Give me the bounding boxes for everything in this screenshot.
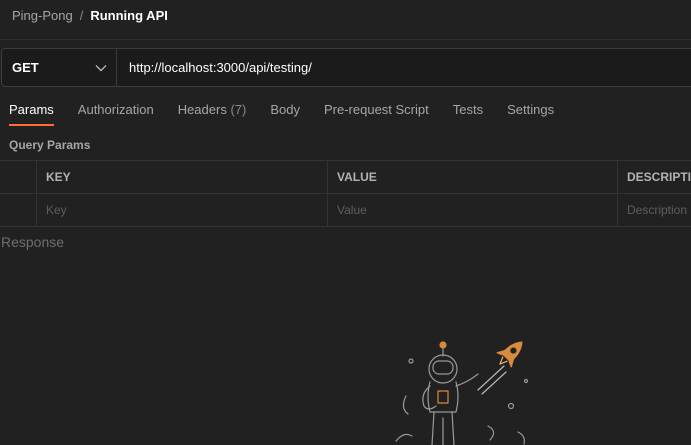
table-row bbox=[0, 194, 691, 226]
breadcrumb: Ping-Pong / Running API bbox=[12, 8, 168, 23]
tab-label: Params bbox=[9, 102, 54, 117]
param-description-input[interactable] bbox=[627, 203, 691, 217]
key-cell bbox=[37, 194, 328, 226]
tab-settings[interactable]: Settings bbox=[507, 102, 554, 125]
url-input[interactable] bbox=[117, 49, 691, 86]
tab-label: Pre-request Script bbox=[323, 102, 429, 117]
tab-authorization[interactable]: Authorization bbox=[78, 102, 154, 125]
tab-headers[interactable]: Headers (7) bbox=[178, 102, 247, 125]
tab-label: Authorization bbox=[77, 102, 154, 117]
value-column-header: VALUE bbox=[328, 161, 618, 193]
tab-label: Headers bbox=[177, 102, 227, 117]
table-header-row: KEY VALUE DESCRIPTION bbox=[0, 161, 691, 194]
query-params-title: Query Params bbox=[9, 138, 91, 152]
response-label: Response bbox=[1, 234, 65, 250]
breadcrumb-separator: / bbox=[79, 8, 84, 23]
tab-label: Body bbox=[270, 102, 300, 117]
param-value-input[interactable] bbox=[337, 203, 617, 217]
chevron-down-icon bbox=[95, 64, 107, 72]
request-editor: Ping-Pong / Running API GET Params Autho… bbox=[0, 0, 691, 445]
breadcrumb-collection[interactable]: Ping-Pong bbox=[12, 8, 73, 23]
tab-params[interactable]: Params bbox=[9, 102, 54, 126]
astronaut-rocket-icon bbox=[386, 336, 546, 445]
method-dropdown[interactable]: GET bbox=[2, 49, 117, 86]
checkbox-column-header bbox=[0, 161, 37, 193]
row-checkbox-cell bbox=[0, 194, 37, 226]
header-divider bbox=[0, 39, 691, 40]
request-bar: GET bbox=[1, 48, 691, 87]
key-column-header: KEY bbox=[37, 161, 328, 193]
headers-count-badge: (7) bbox=[230, 102, 247, 117]
tab-pre-request-script[interactable]: Pre-request Script bbox=[324, 102, 429, 125]
tab-body[interactable]: Body bbox=[270, 102, 300, 125]
tab-label: Settings bbox=[507, 102, 555, 117]
tab-label: Tests bbox=[452, 102, 484, 117]
description-column-header: DESCRIPTION bbox=[627, 170, 691, 184]
description-cell bbox=[618, 194, 691, 226]
value-cell bbox=[328, 194, 618, 226]
query-params-table: KEY VALUE DESCRIPTION bbox=[0, 160, 691, 227]
tab-tests[interactable]: Tests bbox=[453, 102, 483, 125]
request-tabs: Params Authorization Headers (7) Body Pr… bbox=[9, 102, 578, 126]
param-key-input[interactable] bbox=[46, 203, 327, 217]
method-label: GET bbox=[12, 60, 39, 75]
request-title[interactable]: Running API bbox=[90, 8, 168, 23]
